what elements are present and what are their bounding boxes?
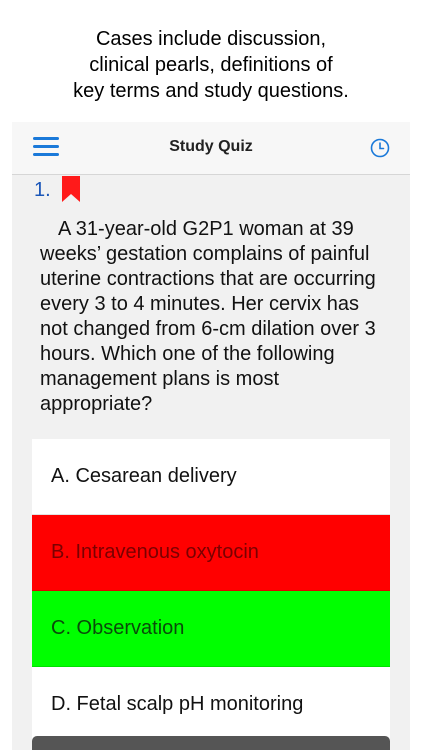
- caption-line-2: clinical pearls, definitions of: [89, 54, 333, 76]
- question-stem: A 31-year-old G2P1 woman at 39 weeks’ ge…: [40, 218, 376, 415]
- clock-icon[interactable]: [370, 138, 390, 158]
- bottom-action-button[interactable]: [32, 736, 390, 750]
- phone-screen: Study Quiz 1. A 31-year-old G2P1 woman a…: [12, 116, 410, 750]
- caption-line-3: key terms and study questions.: [73, 80, 349, 102]
- answer-options: A. Cesarean delivery B. Intravenous oxyt…: [32, 439, 390, 743]
- option-a[interactable]: A. Cesarean delivery: [32, 439, 390, 515]
- option-b[interactable]: B. Intravenous oxytocin: [32, 515, 390, 591]
- page-title: Study Quiz: [169, 138, 253, 155]
- promo-caption: Cases include discussion, clinical pearl…: [0, 26, 422, 104]
- option-d[interactable]: D. Fetal scalp pH monitoring: [32, 667, 390, 743]
- bookmark-icon[interactable]: [60, 176, 82, 202]
- navigation-bar: Study Quiz: [12, 122, 410, 175]
- option-c[interactable]: C. Observation: [32, 591, 390, 667]
- caption-line-1: Cases include discussion,: [95, 28, 327, 50]
- question-number: 1.: [34, 179, 51, 201]
